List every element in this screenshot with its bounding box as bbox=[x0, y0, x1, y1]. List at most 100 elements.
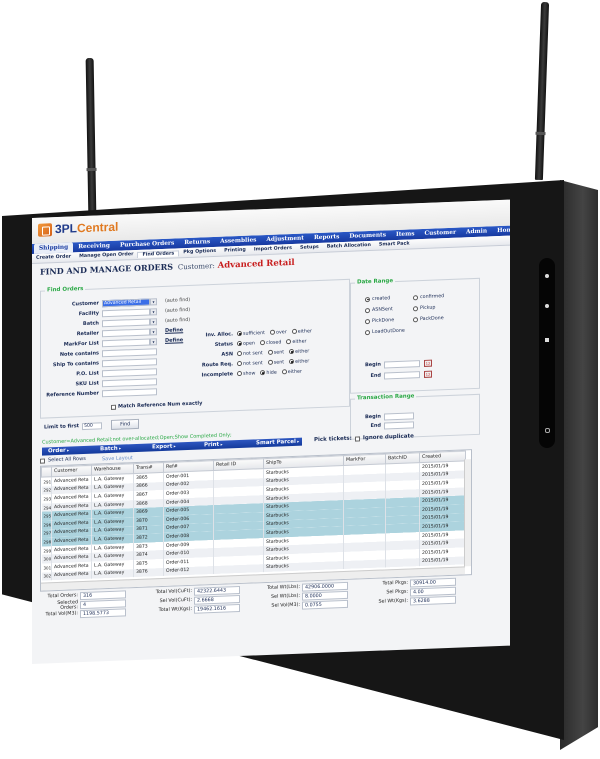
retailer-input[interactable] bbox=[102, 327, 150, 337]
radio-option-sent[interactable]: sent bbox=[267, 349, 284, 356]
customer-input[interactable]: Advanced Retail bbox=[102, 297, 150, 307]
radio-option-either[interactable]: either bbox=[289, 348, 309, 355]
radio-option-hide[interactable]: hide bbox=[260, 370, 277, 377]
calendar-icon[interactable]: 12 bbox=[424, 370, 432, 378]
action-batch-menu[interactable]: Batch bbox=[94, 445, 146, 453]
subnav-batch-allocation[interactable]: Batch Allocation bbox=[323, 243, 375, 250]
radio-button[interactable] bbox=[267, 359, 273, 365]
facility-input[interactable] bbox=[102, 307, 150, 317]
radio-button[interactable] bbox=[237, 340, 242, 347]
radio-button[interactable] bbox=[237, 360, 242, 367]
subnav-manage-open-order[interactable]: Manage Open Order bbox=[75, 252, 137, 259]
radio-option-sufficient[interactable]: sufficient bbox=[237, 330, 265, 337]
nav-reports[interactable]: Reports bbox=[309, 234, 344, 241]
define-link[interactable]: Define bbox=[165, 327, 183, 334]
radio-option-not-sent[interactable]: not sent bbox=[237, 350, 263, 357]
radio-button[interactable] bbox=[291, 328, 297, 335]
radio-option-either[interactable]: either bbox=[286, 338, 307, 345]
save-layout-link[interactable]: Save Layout bbox=[102, 455, 133, 462]
subnav-import-orders[interactable]: Import Orders bbox=[250, 246, 296, 253]
nav-items[interactable]: Items bbox=[391, 231, 419, 238]
column-header-rownum[interactable] bbox=[41, 466, 52, 478]
radio-button[interactable] bbox=[365, 318, 370, 324]
date-end-input[interactable] bbox=[384, 370, 420, 379]
date-option-pickup[interactable]: Pickup bbox=[413, 303, 440, 312]
limit-input[interactable]: 500 bbox=[82, 421, 103, 430]
date-begin-input[interactable] bbox=[384, 359, 420, 368]
radio-button[interactable] bbox=[365, 296, 370, 302]
chevron-down-icon[interactable]: ▾ bbox=[150, 297, 157, 305]
date-option-confirmed[interactable]: confirmed bbox=[413, 292, 449, 301]
date-option-asnsent[interactable]: ASNSent bbox=[365, 305, 398, 314]
radio-option-closed[interactable]: closed bbox=[259, 339, 281, 346]
radio-option-either[interactable]: either bbox=[281, 369, 302, 376]
radio-button[interactable] bbox=[289, 348, 295, 355]
radio-button[interactable] bbox=[260, 370, 266, 376]
app-logo[interactable]: 3PLCentral bbox=[38, 220, 118, 237]
nav-shipping[interactable]: Shipping bbox=[34, 242, 74, 254]
radio-button[interactable] bbox=[286, 339, 292, 345]
radio-option-either[interactable]: either bbox=[291, 328, 312, 335]
subnav-find-orders[interactable]: Find Orders bbox=[137, 249, 180, 258]
radio-button[interactable] bbox=[237, 330, 242, 337]
match-ref-checkbox[interactable] bbox=[111, 404, 116, 410]
select-all-checkbox[interactable] bbox=[40, 458, 45, 464]
subnav-setups[interactable]: Setups bbox=[296, 245, 323, 251]
radio-option-not-sent[interactable]: not sent bbox=[237, 360, 263, 367]
match-ref-row[interactable]: Match Reference Num exactly bbox=[111, 399, 202, 411]
chevron-down-icon[interactable]: ▾ bbox=[150, 307, 157, 315]
sku-list-input[interactable] bbox=[102, 377, 157, 387]
batch-input[interactable] bbox=[102, 317, 150, 327]
chevron-down-icon[interactable]: ▾ bbox=[150, 337, 157, 345]
chevron-down-icon[interactable]: ▾ bbox=[150, 327, 157, 335]
p-o-list-input[interactable] bbox=[102, 367, 157, 377]
nav-documents[interactable]: Documents bbox=[344, 232, 391, 240]
date-option-pickdone[interactable]: PickDone bbox=[365, 316, 399, 325]
chevron-down-icon[interactable]: ▾ bbox=[150, 317, 157, 325]
action-order-menu[interactable]: Order bbox=[42, 447, 94, 455]
nav-assemblies[interactable]: Assemblies bbox=[215, 237, 261, 245]
action-print-menu[interactable]: Print bbox=[198, 441, 250, 449]
radio-button[interactable] bbox=[289, 358, 295, 365]
trans-end-input[interactable] bbox=[384, 420, 414, 429]
radio-option-show[interactable]: show bbox=[237, 370, 255, 377]
nav-admin[interactable]: Admin bbox=[461, 228, 492, 236]
radio-button[interactable] bbox=[365, 307, 370, 313]
radio-button[interactable] bbox=[237, 350, 242, 357]
note-contains-input[interactable] bbox=[102, 347, 157, 357]
nav-customer[interactable]: Customer bbox=[419, 230, 461, 238]
action-smart-parcel-menu[interactable]: Smart Parcel bbox=[250, 439, 302, 447]
radio-option-sent[interactable]: sent bbox=[267, 359, 284, 366]
radio-button[interactable] bbox=[237, 370, 242, 377]
radio-option-either[interactable]: either bbox=[289, 358, 309, 365]
select-all-rows[interactable]: Select All Rows bbox=[40, 456, 86, 464]
nav-adjustment[interactable]: Adjustment bbox=[261, 235, 309, 243]
grid-vertical-scrollbar[interactable] bbox=[464, 459, 471, 567]
date-option-packdone[interactable]: PackDone bbox=[413, 314, 449, 323]
nav-home[interactable]: Home bbox=[492, 227, 510, 234]
date-option-created[interactable]: created bbox=[365, 294, 395, 303]
markfor-list-input[interactable] bbox=[102, 337, 150, 347]
radio-option-open[interactable]: open bbox=[237, 340, 255, 347]
subnav-create-order[interactable]: Create Order bbox=[32, 254, 75, 261]
ship-to-contains-input[interactable] bbox=[102, 357, 157, 367]
radio-button[interactable] bbox=[365, 329, 370, 335]
nav-receiving[interactable]: Receiving bbox=[73, 243, 115, 251]
date-option-loadoutdone[interactable]: LoadOutDone bbox=[365, 326, 410, 336]
nav-purchase-orders[interactable]: Purchase Orders bbox=[115, 240, 179, 249]
find-button[interactable]: Find bbox=[111, 418, 140, 430]
radio-button[interactable] bbox=[413, 294, 418, 300]
subnav-pkg-options[interactable]: Pkg Options bbox=[179, 249, 220, 256]
radio-button[interactable] bbox=[413, 316, 418, 322]
nav-returns[interactable]: Returns bbox=[179, 239, 215, 246]
reference-number-input[interactable] bbox=[102, 387, 157, 397]
radio-button[interactable] bbox=[267, 349, 273, 355]
subnav-smart-pack[interactable]: Smart Pack bbox=[375, 241, 414, 247]
power-button[interactable] bbox=[545, 428, 550, 433]
radio-button[interactable] bbox=[281, 369, 287, 375]
radio-button[interactable] bbox=[413, 305, 418, 311]
define-link[interactable]: Define bbox=[165, 337, 183, 344]
ignore-duplicate-checkbox[interactable] bbox=[354, 435, 360, 442]
radio-button[interactable] bbox=[270, 329, 276, 335]
action-export-menu[interactable]: Export bbox=[146, 443, 198, 451]
